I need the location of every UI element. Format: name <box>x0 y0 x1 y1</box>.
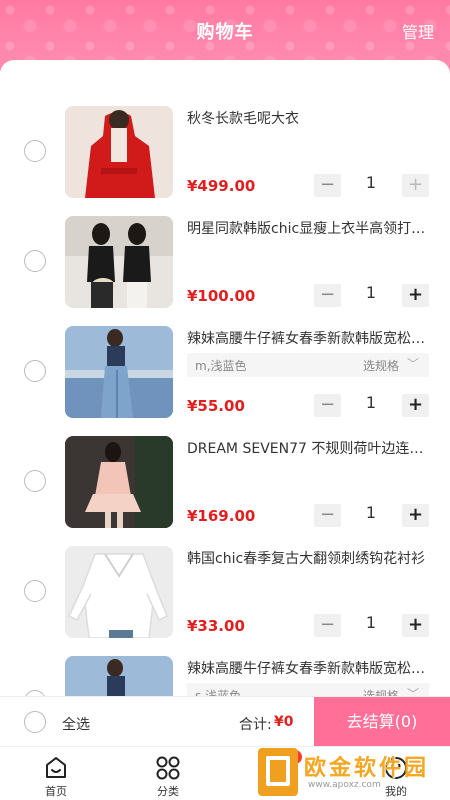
product-image[interactable] <box>65 106 173 198</box>
manage-button[interactable]: 管理 <box>402 19 434 43</box>
checkout-bar: 全选 合计: ¥0 去结算(0) <box>0 696 450 747</box>
spec-value: m,浅蓝色 <box>195 359 247 373</box>
cart-item: DREAM SEVEN77 不规则荷叶边连衣裙 ¥169.00 − 1 + <box>0 436 450 546</box>
product-name[interactable]: 秋冬长款毛呢大衣 <box>187 108 432 128</box>
watermark: 欧金软件园 www.apoxz.com <box>258 748 444 798</box>
product-price: ¥169.00 <box>187 507 256 525</box>
quantity-value[interactable]: 1 <box>345 613 397 632</box>
tab-home[interactable]: 首页 <box>16 747 96 800</box>
product-image[interactable] <box>65 436 173 528</box>
tab-label: 首页 <box>45 785 67 798</box>
total-value: ¥0 <box>274 714 294 730</box>
watermark-url: www.apoxz.com <box>308 780 381 790</box>
quantity-value[interactable]: 1 <box>345 393 397 412</box>
item-checkbox[interactable] <box>24 360 46 382</box>
product-name[interactable]: 辣妹高腰牛仔裤女春季新款韩版宽松直筒裤 <box>187 658 432 678</box>
spec-pick-label: 选规格 <box>362 689 399 696</box>
watermark-text: 欧金软件园 <box>304 756 430 781</box>
cart-item: 秋冬长款毛呢大衣 ¥499.00 − 1 + <box>0 106 450 216</box>
chevron-down-icon: ﹀ <box>406 357 419 371</box>
product-price: ¥33.00 <box>187 617 245 635</box>
item-checkbox[interactable] <box>24 470 46 492</box>
decrease-button[interactable]: − <box>314 174 341 197</box>
select-all-label[interactable]: 全选 <box>62 714 90 734</box>
quantity-value[interactable]: 1 <box>345 503 397 522</box>
select-all-checkbox[interactable] <box>24 711 46 733</box>
decrease-button[interactable]: − <box>314 284 341 307</box>
cart-list[interactable]: 秋冬长款毛呢大衣 ¥499.00 − 1 + 明星同款韩版chic显瘦上衣半高领… <box>0 60 450 696</box>
spec-selector[interactable]: m,浅蓝色 选规格 ﹀ <box>187 353 429 377</box>
spec-selector[interactable]: s,浅蓝色 选规格 ﹀ <box>187 683 429 696</box>
cart-item: 明星同款韩版chic显瘦上衣半高领打底衫 ¥100.00 − 1 + <box>0 216 450 326</box>
tab-category[interactable]: 分类 <box>128 747 208 800</box>
decrease-button[interactable]: − <box>314 394 341 417</box>
cart-item: 辣妹高腰牛仔裤女春季新款韩版宽松直筒裤 m,浅蓝色 选规格 ﹀ ¥55.00 −… <box>0 326 450 436</box>
product-image[interactable] <box>65 546 173 638</box>
product-image[interactable] <box>65 656 173 696</box>
cart-item: 韩国chic春季复古大翻领刺绣钩花衬衫 ¥33.00 − 1 + <box>0 546 450 656</box>
item-checkbox[interactable] <box>24 250 46 272</box>
item-checkbox[interactable] <box>24 580 46 602</box>
product-price: ¥499.00 <box>187 177 256 195</box>
increase-button[interactable]: + <box>402 614 429 637</box>
increase-button[interactable]: + <box>402 504 429 527</box>
spec-value: s,浅蓝色 <box>195 689 242 696</box>
product-image[interactable] <box>65 216 173 308</box>
decrease-button[interactable]: − <box>314 504 341 527</box>
product-name[interactable]: 韩国chic春季复古大翻领刺绣钩花衬衫 <box>187 548 432 568</box>
chevron-down-icon: ﹀ <box>406 687 419 696</box>
checkout-button[interactable]: 去结算(0) <box>314 697 450 747</box>
total-label: 合计: <box>239 717 272 733</box>
tab-label: 分类 <box>157 785 179 798</box>
decrease-button[interactable]: − <box>314 614 341 637</box>
increase-button[interactable]: + <box>402 284 429 307</box>
quantity-value[interactable]: 1 <box>345 283 397 302</box>
product-name[interactable]: 明星同款韩版chic显瘦上衣半高领打底衫 <box>187 218 432 238</box>
home-icon <box>46 757 66 778</box>
product-image[interactable] <box>65 326 173 418</box>
product-name[interactable]: 辣妹高腰牛仔裤女春季新款韩版宽松直筒裤 <box>187 328 432 348</box>
increase-button[interactable]: + <box>402 394 429 417</box>
watermark-logo-icon <box>258 748 298 796</box>
product-price: ¥100.00 <box>187 287 256 305</box>
page-title: 购物车 <box>196 22 254 43</box>
product-price: ¥55.00 <box>187 397 245 415</box>
category-icon <box>156 756 180 780</box>
increase-button[interactable]: + <box>402 174 429 197</box>
quantity-value[interactable]: 1 <box>345 173 397 192</box>
spec-pick-label: 选规格 <box>362 359 399 373</box>
cart-item: 辣妹高腰牛仔裤女春季新款韩版宽松直筒裤 s,浅蓝色 选规格 ﹀ <box>0 656 450 696</box>
product-name[interactable]: DREAM SEVEN77 不规则荷叶边连衣裙 <box>187 438 432 458</box>
item-checkbox[interactable] <box>24 140 46 162</box>
